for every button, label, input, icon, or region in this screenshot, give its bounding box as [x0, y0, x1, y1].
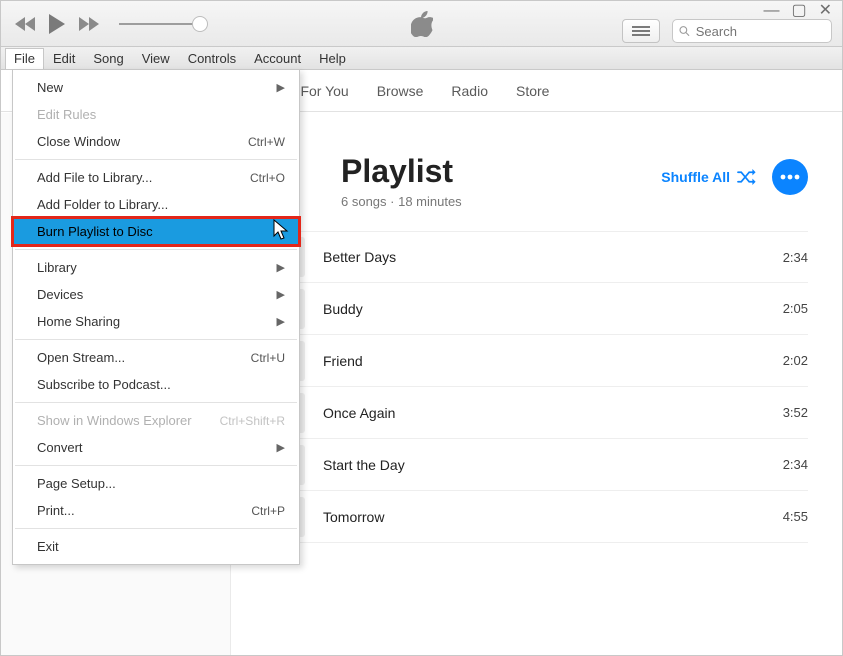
menu-controls[interactable]: Controls [179, 48, 245, 69]
tab-store[interactable]: Store [502, 72, 563, 110]
menu-option-shortcut: Ctrl+U [251, 351, 285, 365]
menu-option-label: Convert [37, 440, 83, 455]
song-title: Friend [323, 353, 740, 369]
menu-option-label: Show in Windows Explorer [37, 413, 192, 428]
menu-option-new[interactable]: New ▶ [13, 74, 299, 101]
playback-controls [1, 13, 207, 35]
song-row[interactable]: Start the Day 2:34 [265, 439, 808, 491]
menu-option-home-sharing[interactable]: Home Sharing ▶ [13, 308, 299, 335]
cursor-icon [273, 219, 289, 241]
menu-option-label: Print... [37, 503, 75, 518]
song-list: Better Days 2:34 Buddy 2:05 Friend 2:02 Once A… [231, 231, 842, 543]
menu-option-burn-playlist-to-disc[interactable]: Burn Playlist to Disc [13, 218, 299, 245]
song-title: Buddy [323, 301, 740, 317]
menu-option-library[interactable]: Library ▶ [13, 254, 299, 281]
chevron-right-icon: ▶ [277, 261, 285, 274]
menu-option-label: Home Sharing [37, 314, 120, 329]
menu-option-exit[interactable]: Exit [13, 533, 299, 560]
close-button[interactable]: ✕ [819, 3, 832, 19]
menu-option-show-in-windows-explorer: Show in Windows Explorer Ctrl+Shift+R [13, 407, 299, 434]
search-box[interactable] [672, 19, 832, 43]
menu-option-label: Add File to Library... [37, 170, 152, 185]
tab-radio[interactable]: Radio [437, 72, 502, 110]
playlist-title: Playlist [341, 153, 462, 190]
menu-option-label: Library [37, 260, 77, 275]
menu-help[interactable]: Help [310, 48, 355, 69]
menu-option-open-stream[interactable]: Open Stream... Ctrl+U [13, 344, 299, 371]
play-button[interactable] [47, 13, 67, 35]
more-button[interactable] [772, 159, 808, 195]
menu-option-subscribe-to-podcast[interactable]: Subscribe to Podcast... [13, 371, 299, 398]
shuffle-icon [736, 169, 756, 185]
volume-slider[interactable] [119, 23, 207, 25]
titlebar: — ▢ ✕ [1, 1, 842, 47]
menu-song[interactable]: Song [84, 48, 132, 69]
search-input[interactable] [694, 23, 825, 40]
search-icon [679, 25, 690, 37]
menu-option-close-window[interactable]: Close Window Ctrl+W [13, 128, 299, 155]
rewind-button[interactable] [15, 16, 37, 32]
song-title: Tomorrow [323, 509, 740, 525]
menu-option-edit-rules: Edit Rules [13, 101, 299, 128]
playlist-subtitle: 6 songs · 18 minutes [341, 194, 462, 209]
chevron-right-icon: ▶ [277, 315, 285, 328]
menu-account[interactable]: Account [245, 48, 310, 69]
chevron-right-icon: ▶ [277, 81, 285, 94]
menu-option-print[interactable]: Print... Ctrl+P [13, 497, 299, 524]
menu-option-label: Open Stream... [37, 350, 125, 365]
ellipsis-icon [780, 174, 800, 180]
song-row[interactable]: Tomorrow 4:55 [265, 491, 808, 543]
menu-option-label: Page Setup... [37, 476, 116, 491]
tab-browse[interactable]: Browse [363, 72, 438, 110]
song-title: Once Again [323, 405, 740, 421]
main-content: Playlist 6 songs · 18 minutes Shuffle Al… [231, 113, 842, 655]
menu-option-add-file-to-library[interactable]: Add File to Library... Ctrl+O [13, 164, 299, 191]
shuffle-all-button[interactable]: Shuffle All [661, 169, 756, 185]
song-title: Start the Day [323, 457, 740, 473]
menu-option-devices[interactable]: Devices ▶ [13, 281, 299, 308]
menu-option-convert[interactable]: Convert ▶ [13, 434, 299, 461]
song-duration: 2:34 [758, 250, 808, 265]
window-controls: — ▢ ✕ [763, 3, 832, 19]
menu-option-label: New [37, 80, 63, 95]
song-row[interactable]: Friend 2:02 [265, 335, 808, 387]
song-duration: 2:34 [758, 457, 808, 472]
menu-option-label: Subscribe to Podcast... [37, 377, 171, 392]
menu-option-shortcut: Ctrl+W [248, 135, 285, 149]
song-duration: 3:52 [758, 405, 808, 420]
song-row[interactable]: Better Days 2:34 [265, 231, 808, 283]
menu-option-label: Burn Playlist to Disc [37, 224, 153, 239]
view-mode-button[interactable] [622, 19, 660, 43]
menu-option-label: Edit Rules [37, 107, 96, 122]
fast-forward-button[interactable] [77, 16, 99, 32]
menu-edit[interactable]: Edit [44, 48, 84, 69]
menu-file[interactable]: File [5, 48, 44, 69]
menu-option-shortcut: Ctrl+O [250, 171, 285, 185]
chevron-right-icon: ▶ [277, 288, 285, 301]
menubar: File Edit Song View Controls Account Hel… [1, 47, 842, 70]
file-menu-dropdown: New ▶ Edit Rules Close Window Ctrl+W Add File… [12, 69, 300, 565]
chevron-right-icon: ▶ [277, 441, 285, 454]
menu-option-shortcut: Ctrl+P [251, 504, 285, 518]
song-duration: 4:55 [758, 509, 808, 524]
menu-option-label: Exit [37, 539, 59, 554]
menu-option-label: Close Window [37, 134, 120, 149]
maximize-button[interactable]: ▢ [791, 3, 806, 19]
song-duration: 2:05 [758, 301, 808, 316]
song-row[interactable]: Once Again 3:52 [265, 387, 808, 439]
apple-logo-icon [411, 11, 433, 37]
menu-option-label: Devices [37, 287, 83, 302]
song-row[interactable]: Buddy 2:05 [265, 283, 808, 335]
song-title: Better Days [323, 249, 740, 265]
song-duration: 2:02 [758, 353, 808, 368]
menu-option-add-folder-to-library[interactable]: Add Folder to Library... [13, 191, 299, 218]
minimize-button[interactable]: — [763, 3, 779, 19]
menu-view[interactable]: View [133, 48, 179, 69]
menu-option-page-setup[interactable]: Page Setup... [13, 470, 299, 497]
menu-option-shortcut: Ctrl+Shift+R [220, 414, 285, 428]
menu-option-label: Add Folder to Library... [37, 197, 168, 212]
shuffle-label: Shuffle All [661, 169, 730, 185]
